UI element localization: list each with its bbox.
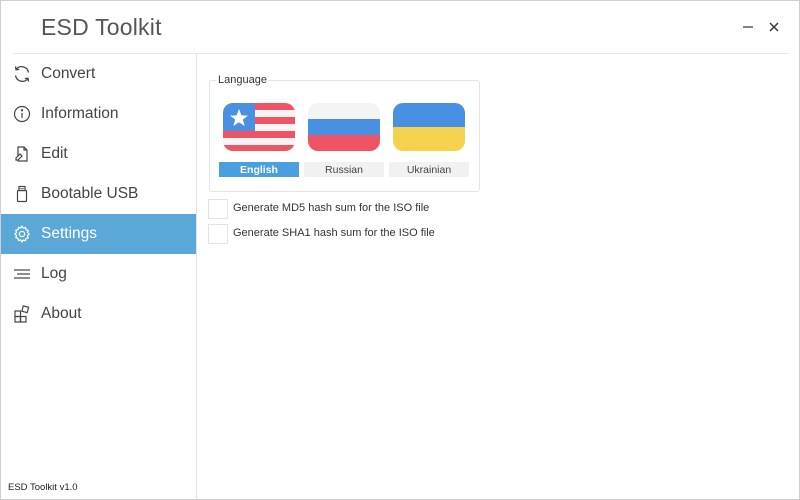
- sidebar-item-label: Bootable USB: [41, 185, 139, 202]
- sidebar-item-log[interactable]: Log: [1, 254, 196, 294]
- language-russian-button[interactable]: Russian: [304, 162, 384, 177]
- info-icon: [12, 104, 32, 124]
- language-english-button[interactable]: English: [219, 162, 299, 177]
- sidebar-item-label: Settings: [41, 225, 98, 242]
- sidebar: Convert Information Edit Bootable USB Se…: [1, 54, 197, 499]
- usb-icon: [12, 184, 32, 204]
- sha1-option[interactable]: Generate SHA1 hash sum for the ISO file: [208, 224, 508, 244]
- app-window: ESD Toolkit Convert Information Edit Boo…: [0, 0, 800, 500]
- close-icon: [769, 22, 779, 32]
- sha1-checkbox[interactable]: [208, 224, 228, 244]
- minimize-button[interactable]: [739, 18, 757, 36]
- log-lines-icon: [12, 264, 32, 284]
- sidebar-item-label: Information: [41, 105, 119, 122]
- md5-option-label: Generate MD5 hash sum for the ISO file: [233, 202, 430, 214]
- close-button[interactable]: [765, 18, 783, 36]
- russia-flag-icon: [308, 103, 380, 151]
- sidebar-item-label: Log: [41, 265, 67, 282]
- sidebar-item-settings[interactable]: Settings: [1, 214, 196, 254]
- minimize-icon: [743, 26, 753, 28]
- sidebar-item-convert[interactable]: Convert: [1, 54, 196, 94]
- md5-option[interactable]: Generate MD5 hash sum for the ISO file: [208, 199, 508, 219]
- sidebar-item-label: Convert: [41, 65, 96, 82]
- flag-ukrainian[interactable]: [393, 103, 465, 151]
- refresh-icon: [12, 64, 32, 84]
- flag-russian[interactable]: [308, 103, 380, 151]
- language-group: Language English Russian Ukrainian: [209, 74, 480, 192]
- language-group-title: Language: [217, 74, 268, 86]
- sidebar-item-bootable-usb[interactable]: Bootable USB: [1, 174, 196, 214]
- edit-file-icon: [12, 144, 32, 164]
- about-blocks-icon: [12, 304, 32, 324]
- language-ukrainian-button[interactable]: Ukrainian: [389, 162, 469, 177]
- version-label: ESD Toolkit v1.0: [8, 482, 78, 493]
- flag-english[interactable]: [223, 103, 295, 151]
- sidebar-item-edit[interactable]: Edit: [1, 134, 196, 174]
- ukraine-flag-icon: [393, 103, 465, 151]
- app-title: ESD Toolkit: [41, 14, 162, 40]
- sidebar-item-information[interactable]: Information: [1, 94, 196, 134]
- settings-panel: Language English Russian Ukrainian Gener…: [198, 54, 799, 499]
- us-flag-icon: [223, 103, 295, 151]
- md5-checkbox[interactable]: [208, 199, 228, 219]
- sidebar-item-label: Edit: [41, 145, 68, 162]
- title-bar: ESD Toolkit: [1, 1, 799, 53]
- sha1-option-label: Generate SHA1 hash sum for the ISO file: [233, 227, 435, 239]
- sidebar-item-about[interactable]: About: [1, 294, 196, 334]
- sidebar-item-label: About: [41, 305, 82, 322]
- gear-icon: [12, 224, 32, 244]
